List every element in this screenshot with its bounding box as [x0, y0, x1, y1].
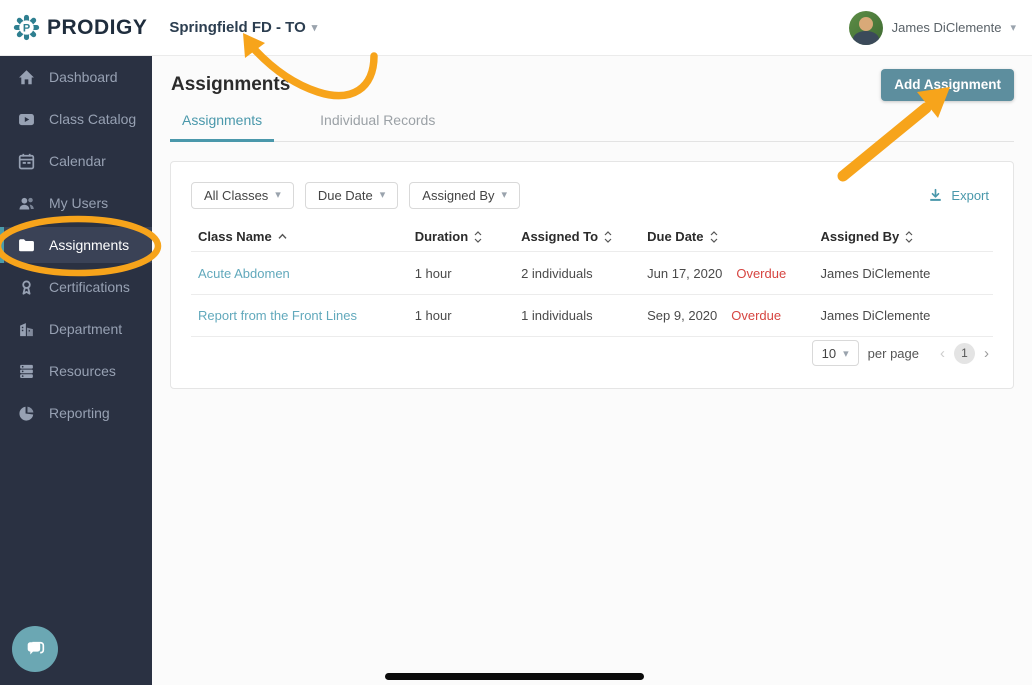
per-page-label: per page — [867, 345, 919, 361]
previous-page-button[interactable]: ‹ — [940, 345, 945, 362]
video-icon — [19, 113, 34, 125]
pagination: 10 ▾ per page ‹ 1 › — [811, 340, 989, 366]
pie-chart-icon — [19, 406, 34, 421]
chat-bubbles-icon — [27, 641, 44, 654]
home-indicator-bar — [385, 673, 644, 680]
add-assignment-button[interactable]: Add Assignment — [881, 69, 1014, 101]
server-icon — [20, 364, 33, 378]
sidebar-item-department[interactable]: Department — [0, 308, 152, 350]
sidebar-item-label: Reporting — [49, 405, 110, 421]
column-header-duration[interactable]: Duration — [415, 229, 521, 244]
table-row: Report from the Front Lines 1 hour 1 ind… — [191, 294, 993, 337]
sidebar-item-label: Dashboard — [49, 69, 118, 85]
tab-individual-records[interactable]: Individual Records — [308, 112, 447, 141]
class-name-link[interactable]: Report from the Front Lines — [198, 308, 415, 323]
sidebar-item-label: Calendar — [49, 153, 106, 169]
award-icon — [22, 280, 31, 295]
table-header-row: Class Name Duration Assigned To Due Date… — [191, 222, 993, 251]
chevron-down-icon: ▾ — [275, 189, 281, 201]
sidebar: Dashboard Class Catalog Calendar My User… — [0, 56, 152, 685]
export-button[interactable]: Export — [928, 188, 993, 203]
assigned-to-cell: 1 individuals — [521, 308, 593, 323]
sort-both-icon — [710, 230, 718, 243]
sidebar-item-label: Assignments — [49, 237, 130, 253]
filter-due-date[interactable]: Due Date ▾ — [304, 182, 399, 209]
column-header-assigned-by[interactable]: Assigned By — [821, 229, 986, 244]
assigned-by-cell: James DiClemente — [820, 308, 931, 323]
assigned-by-cell: James DiClemente — [820, 265, 931, 281]
sidebar-item-my-users[interactable]: My Users — [0, 182, 152, 224]
user-name: James DiClemente — [891, 20, 1002, 35]
sort-both-icon — [474, 230, 482, 243]
chevron-down-icon: ▾ — [501, 189, 508, 201]
home-icon — [19, 69, 34, 84]
filter-all-classes[interactable]: All Classes ▾ — [191, 182, 294, 209]
export-label: Export — [951, 188, 989, 203]
chat-launcher-button[interactable] — [12, 626, 58, 672]
chevron-down-icon: ▾ — [311, 22, 318, 34]
sidebar-item-class-catalog[interactable]: Class Catalog — [0, 98, 152, 140]
brand-logo[interactable]: P PRODIGY — [0, 14, 147, 41]
sidebar-item-reporting[interactable]: Reporting — [0, 392, 152, 434]
tab-bar: Assignments Individual Records — [170, 112, 1014, 142]
assignments-table: Class Name Duration Assigned To Due Date… — [191, 222, 993, 337]
sidebar-item-label: Certifications — [49, 279, 130, 295]
tab-assignments[interactable]: Assignments — [170, 112, 275, 142]
calendar-icon — [18, 153, 35, 169]
assigned-to-cell: 2 individuals — [521, 265, 593, 281]
sidebar-item-resources[interactable]: Resources — [0, 350, 152, 392]
current-page-button[interactable]: 1 — [954, 342, 975, 364]
filter-row: All Classes ▾ Due Date ▾ Assigned By ▾ E… — [191, 182, 993, 209]
chevron-down-icon: ▾ — [843, 347, 849, 360]
topbar: P PRODIGY Springfield FD - TO ▾ James Di… — [0, 0, 1032, 56]
org-switcher-label: Springfield FD - TO — [169, 19, 306, 36]
sort-both-icon — [905, 230, 913, 243]
prodigy-logo-icon: P — [13, 14, 40, 41]
due-date-cell: Jun 17, 2020 Overdue — [647, 265, 787, 281]
folder-icon — [19, 238, 34, 251]
column-header-due-date[interactable]: Due Date — [647, 229, 820, 244]
status-badge: Overdue — [736, 265, 787, 281]
sort-both-icon — [604, 230, 612, 243]
main-content: Add Assignment Assignments Assignments I… — [152, 56, 1032, 685]
user-menu[interactable]: James DiClemente ▾ — [848, 10, 1032, 45]
status-badge: Overdue — [731, 308, 782, 323]
chevron-down-icon: ▾ — [379, 189, 386, 201]
column-header-class-name[interactable]: Class Name — [198, 229, 415, 244]
sidebar-item-label: Resources — [49, 363, 116, 379]
duration-cell: 1 hour — [414, 308, 452, 323]
next-page-button[interactable]: › — [984, 345, 989, 362]
chevron-down-icon: ▾ — [1010, 22, 1016, 34]
sort-asc-icon — [278, 233, 287, 240]
filter-label: Due Date — [317, 188, 373, 203]
filter-label: Assigned By — [422, 188, 495, 203]
assignments-card: All Classes ▾ Due Date ▾ Assigned By ▾ E… — [170, 161, 1014, 389]
sidebar-item-certifications[interactable]: Certifications — [0, 266, 152, 308]
brand-name: PRODIGY — [47, 15, 148, 39]
download-icon — [930, 188, 942, 201]
avatar — [848, 10, 883, 45]
due-date-cell: Sep 9, 2020 Overdue — [647, 308, 782, 323]
sidebar-item-calendar[interactable]: Calendar — [0, 140, 152, 182]
duration-cell: 1 hour — [414, 265, 452, 281]
class-name-link[interactable]: Acute Abdomen — [198, 266, 415, 281]
users-icon — [19, 197, 34, 209]
sidebar-item-label: Department — [49, 321, 123, 337]
sidebar-item-label: My Users — [49, 195, 109, 211]
table-row: Acute Abdomen 1 hour 2 individuals Jun 1… — [191, 251, 993, 294]
org-switcher[interactable]: Springfield FD - TO ▾ — [169, 19, 317, 36]
sidebar-item-assignments[interactable]: Assignments — [0, 227, 152, 263]
svg-text:P: P — [23, 23, 30, 35]
building-icon — [20, 322, 33, 336]
column-header-assigned-to[interactable]: Assigned To — [521, 229, 647, 244]
page-size-select[interactable]: 10 ▾ — [811, 340, 859, 366]
filter-label: All Classes — [204, 188, 269, 203]
filter-assigned-by[interactable]: Assigned By ▾ — [409, 182, 521, 209]
sidebar-item-label: Class Catalog — [49, 111, 137, 127]
sidebar-item-dashboard[interactable]: Dashboard — [0, 56, 152, 98]
